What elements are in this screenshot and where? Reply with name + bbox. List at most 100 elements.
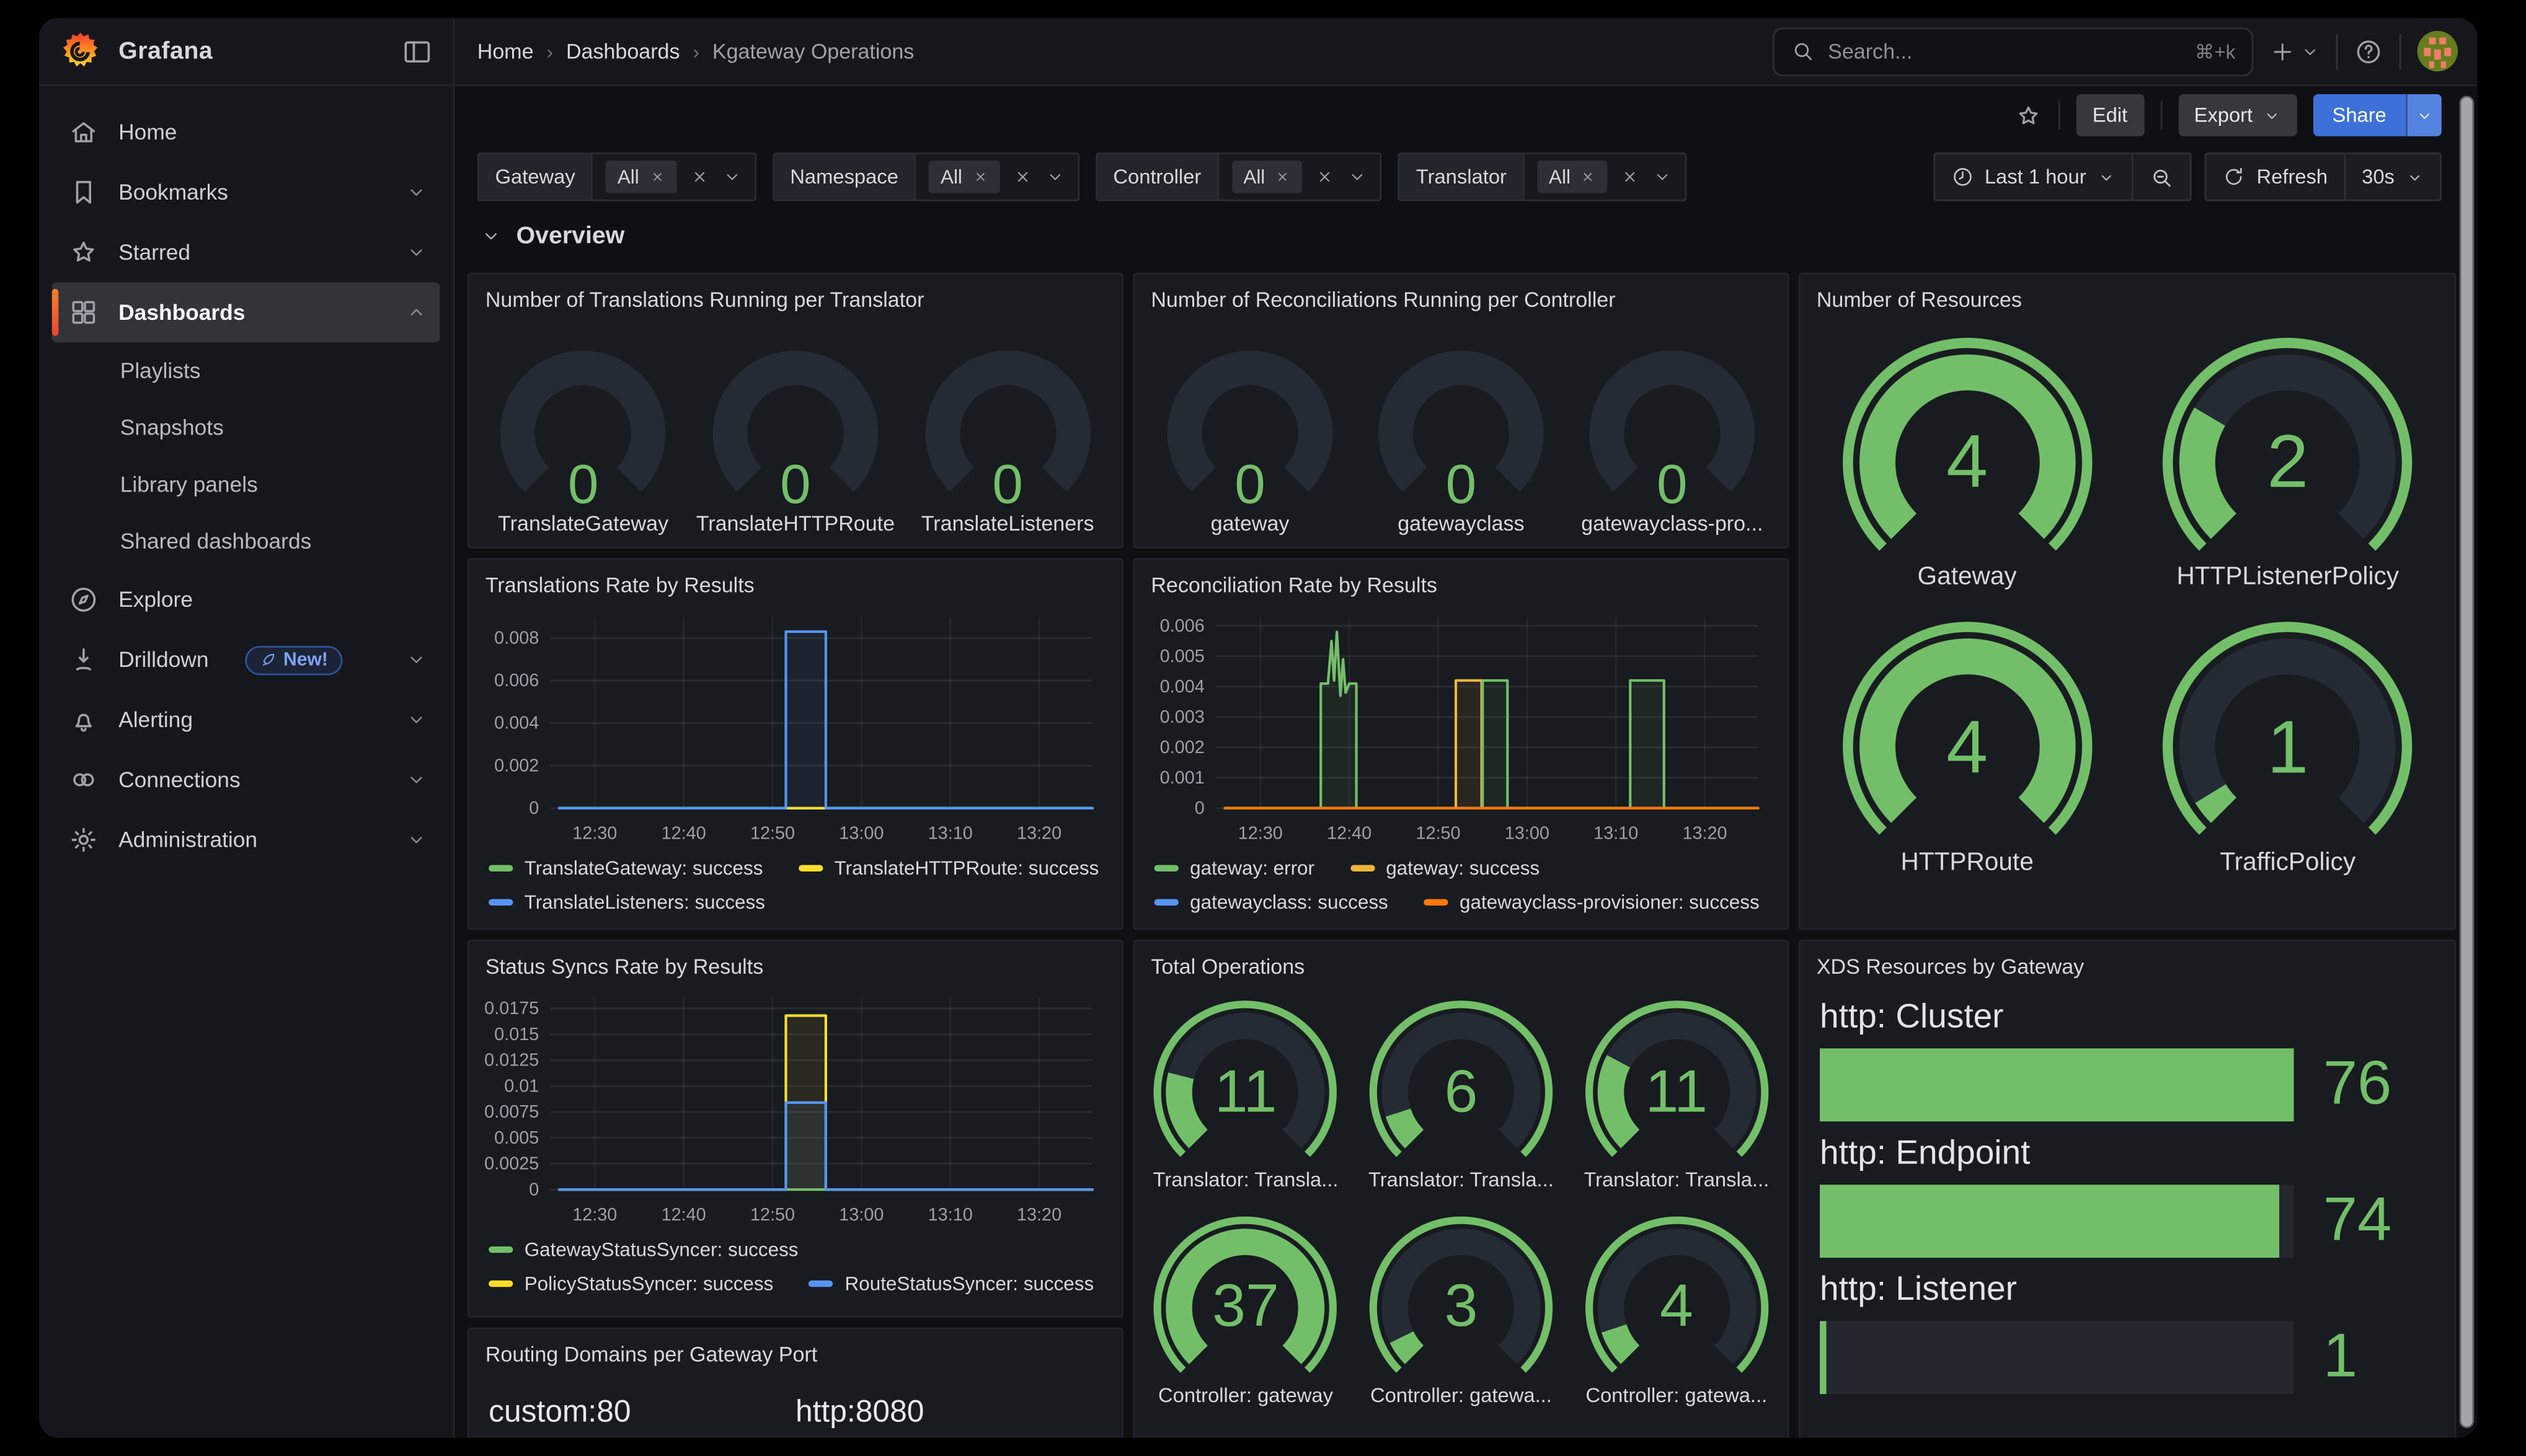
section-overview[interactable]: Overview — [481, 223, 624, 250]
timeseries-chart[interactable]: 00.0010.0020.0030.0040.0050.00612:3012:4… — [1135, 604, 1788, 914]
breadcrumb-item[interactable]: Home — [477, 39, 534, 63]
routing-column-header[interactable]: http:8080 — [795, 1396, 1102, 1432]
chevron-down-icon[interactable] — [722, 167, 741, 187]
svg-text:12:40: 12:40 — [1327, 824, 1372, 844]
sidebar-item-explore[interactable]: Explore — [52, 570, 440, 630]
legend-item[interactable]: gateway: error — [1154, 857, 1314, 880]
legend-label: gateway: success — [1386, 857, 1540, 880]
time-range-picker[interactable]: Last 1 hour — [1934, 154, 2132, 200]
clear-filter-icon[interactable] — [1315, 167, 1334, 187]
legend-item[interactable]: gateway: success — [1350, 857, 1540, 880]
gauge: 11 — [1151, 998, 1340, 1162]
refresh-interval-picker[interactable]: 30s — [2344, 154, 2440, 200]
grafana-logo[interactable] — [58, 29, 102, 73]
search-input[interactable] — [1828, 39, 2182, 63]
add-new-button[interactable] — [2269, 38, 2320, 64]
breadcrumb-item[interactable]: Dashboards — [566, 39, 680, 63]
panel-title[interactable]: Total Operations — [1135, 942, 1788, 982]
panel-title[interactable]: Reconciliation Rate by Results — [1135, 560, 1788, 600]
panel-title[interactable]: Number of Reconciliations Running per Co… — [1135, 274, 1788, 314]
timeseries-chart[interactable]: 00.0020.0040.0060.00812:3012:4012:5013:0… — [469, 604, 1122, 914]
sidebar-item-administration[interactable]: Administration — [52, 810, 440, 870]
filter-value[interactable]: All — [1525, 161, 1686, 193]
zoom-out-button[interactable] — [2132, 154, 2190, 200]
legend-swatch — [1154, 899, 1179, 906]
gauge: 3 — [1367, 1214, 1556, 1377]
legend-item[interactable]: TranslateListeners: success — [489, 891, 765, 914]
panel-title[interactable]: Translations Rate by Results — [469, 560, 1122, 600]
avatar[interactable] — [2417, 31, 2458, 71]
sidebar-item-shared-dashboards[interactable]: Shared dashboards — [52, 513, 440, 570]
close-icon[interactable] — [1275, 169, 1291, 185]
refresh-button[interactable]: Refresh — [2206, 154, 2344, 200]
sidebar-item-snapshots[interactable]: Snapshots — [52, 399, 440, 456]
legend-item[interactable]: gatewayclass-provisioner: success — [1424, 891, 1759, 914]
scrollbar[interactable] — [2460, 95, 2475, 1428]
bar-gauge-list: http: Cluster76http: Endpoint74http: Lis… — [1801, 982, 2455, 1394]
chevron-down-icon[interactable] — [1348, 167, 1367, 187]
share-label[interactable]: Share — [2313, 94, 2406, 136]
sidebar-item-playlists[interactable]: Playlists — [52, 342, 440, 399]
legend-label: RouteStatusSyncer: success — [845, 1273, 1094, 1295]
top-nav: Grafana Home›Dashboards›Kgateway Operati… — [39, 18, 2478, 86]
gauge-value: 0 — [780, 454, 811, 517]
legend-swatch — [489, 865, 513, 871]
home-icon — [68, 117, 99, 148]
filter-chip[interactable]: All — [929, 161, 999, 193]
bar-gauge-row: http: Cluster76 — [1820, 998, 2435, 1121]
close-icon[interactable] — [1580, 169, 1597, 185]
sidebar-item-starred[interactable]: Starred — [52, 223, 440, 283]
filter-chip[interactable]: All — [1538, 161, 1608, 193]
bell-icon — [68, 704, 99, 735]
filter-label: Controller — [1097, 154, 1219, 200]
share-chevron-icon[interactable] — [2406, 94, 2442, 136]
dashboard-toolbar: Edit Export Share — [2014, 91, 2442, 140]
sidebar-item-alerting[interactable]: Alerting — [52, 690, 440, 750]
legend-item[interactable]: PolicyStatusSyncer: success — [489, 1273, 773, 1295]
chevron-down-icon[interactable] — [1045, 167, 1064, 187]
legend-item[interactable]: RouteStatusSyncer: success — [809, 1273, 1094, 1295]
legend-item[interactable]: TranslateHTTPRoute: success — [799, 857, 1099, 880]
close-icon[interactable] — [649, 169, 665, 185]
filter-value[interactable]: All — [1219, 161, 1380, 193]
sidebar-item-drilldown[interactable]: DrilldownNew! — [52, 630, 440, 690]
sidebar-item-library-panels[interactable]: Library panels — [52, 456, 440, 513]
help-icon[interactable] — [2354, 37, 2383, 66]
panel-title[interactable]: Number of Translations Running per Trans… — [469, 274, 1122, 314]
filter-chip[interactable]: All — [606, 161, 676, 193]
search-box[interactable]: ⌘+k — [1773, 27, 2253, 76]
filter-chip[interactable]: All — [1232, 161, 1302, 193]
panel-title[interactable]: XDS Resources by Gateway — [1801, 942, 2455, 982]
gear-icon — [68, 824, 99, 855]
sidebar-item-connections[interactable]: Connections — [52, 750, 440, 810]
sidebar-item-bookmarks[interactable]: Bookmarks — [52, 162, 440, 223]
filter-value[interactable]: All — [916, 161, 1078, 193]
panel-title[interactable]: Number of Resources — [1801, 274, 2455, 314]
timeseries-chart[interactable]: 00.00250.0050.00750.010.01250.0150.01751… — [469, 985, 1122, 1295]
clear-filter-icon[interactable] — [1621, 167, 1640, 187]
share-button[interactable]: Share — [2313, 94, 2442, 136]
legend-item[interactable]: gatewayclass: success — [1154, 891, 1388, 914]
clear-filter-icon[interactable] — [1013, 167, 1032, 187]
chevron-down-icon — [406, 242, 427, 263]
panel-title[interactable]: Status Syncs Rate by Results — [469, 942, 1122, 982]
gauge: 11 — [1582, 998, 1771, 1162]
legend-item[interactable]: TranslateGateway: success — [489, 857, 763, 880]
sidebar-item-dashboards[interactable]: Dashboards — [52, 283, 440, 343]
panel-title[interactable]: Routing Domains per Gateway Port — [469, 1329, 1122, 1369]
close-icon[interactable] — [972, 169, 988, 185]
sidebar-item-home[interactable]: Home — [52, 102, 440, 162]
bar-fill — [1820, 1048, 2294, 1121]
routing-column-header[interactable]: custom:80 — [489, 1396, 795, 1432]
chevron-down-icon[interactable] — [1653, 167, 1672, 187]
export-button[interactable]: Export — [2178, 94, 2297, 136]
filter-value[interactable]: All — [593, 161, 755, 193]
sidebar-toggle-icon[interactable] — [401, 35, 433, 67]
gauge-value: 0 — [1446, 454, 1477, 517]
clear-filter-icon[interactable] — [689, 167, 709, 187]
legend-item[interactable]: GatewayStatusSyncer: success — [489, 1238, 798, 1261]
divider — [2058, 100, 2060, 130]
star-icon[interactable] — [2014, 102, 2042, 130]
sidebar-item-label: Drilldown — [118, 648, 208, 672]
edit-button[interactable]: Edit — [2076, 94, 2144, 136]
